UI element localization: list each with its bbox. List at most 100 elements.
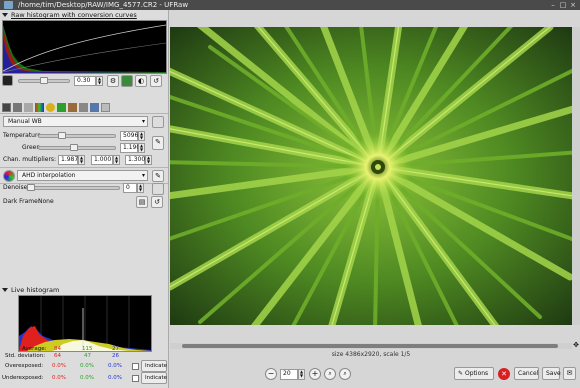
temperature-spinner[interactable]: ▲ ▼	[138, 131, 145, 141]
palm-leaf-photo	[170, 27, 572, 325]
wb-divider	[0, 167, 168, 168]
reset-exposure-icon[interactable]: ↺	[150, 75, 162, 87]
raw-histogram-graph	[2, 21, 167, 73]
underexposed-indicate-button[interactable]: Indicate	[141, 372, 167, 384]
interpolation-value: AHD interpolation	[22, 172, 76, 179]
clip-highlights-icon[interactable]: ◐	[135, 75, 147, 87]
exposure-input[interactable]: 0.30	[74, 76, 96, 86]
zoom-in-button[interactable]: +	[309, 368, 321, 380]
save-button[interactable]: Save	[542, 367, 561, 380]
chan-multiplier-red-spinner[interactable]: ▲ ▼	[78, 155, 85, 165]
overexposed-blue: 0.0%	[108, 363, 122, 369]
window-title: /home/tim/Desktop/RAW/IMG_4577.CR2 - UFR…	[18, 1, 189, 9]
wb-reset-icon[interactable]	[152, 116, 164, 128]
horizontal-scrollbar[interactable]	[170, 343, 572, 349]
tab-base-curve-icon[interactable]	[24, 103, 33, 112]
stddev-blue: 26	[112, 353, 119, 359]
raw-histogram-label: Raw histogram with conversion curves	[11, 11, 137, 19]
delete-icon[interactable]: ✕	[498, 368, 510, 380]
options-icon: ✎	[458, 370, 464, 377]
load-dark-frame-icon[interactable]: ▤	[136, 196, 148, 208]
tab-divider	[0, 113, 168, 114]
close-icon[interactable]: ×	[569, 1, 577, 9]
tab-color-mgmt-icon[interactable]	[35, 103, 44, 112]
tab-corrections-icon[interactable]	[46, 103, 55, 112]
overexposed-label: Overexposed:	[5, 363, 44, 369]
zoom-fit-icon[interactable]: ⌕	[324, 368, 336, 380]
status-text: size 4386x2920, scale 1/5	[331, 351, 411, 358]
smoothing-icon[interactable]: ✎	[152, 170, 164, 182]
chan-multiplier-blue[interactable]: 1.300	[125, 155, 145, 165]
restore-details-icon[interactable]	[121, 75, 133, 87]
live-histogram-label: Live histogram	[11, 286, 60, 294]
chan-multiplier-green[interactable]: 1.000	[91, 155, 113, 165]
temperature-input[interactable]: 5096	[120, 131, 138, 141]
options-label: Options	[465, 370, 489, 377]
expander-arrow-icon	[2, 13, 8, 17]
denoise-input[interactable]: 0	[123, 183, 137, 193]
chan-multiplier-blue-spinner[interactable]: ▲ ▼	[145, 155, 152, 165]
tab-settings-icon[interactable]	[101, 103, 110, 112]
denoise-label: Denoise	[3, 184, 28, 191]
green-spinner[interactable]: ▲ ▼	[138, 143, 145, 153]
reset-dark-frame-icon[interactable]: ↺	[151, 196, 163, 208]
underexposed-red: 0.0%	[52, 375, 66, 381]
average-green: 115	[82, 346, 93, 352]
tab-wb-icon[interactable]	[2, 103, 11, 112]
zoom-out-button[interactable]: −	[265, 368, 277, 380]
overexposed-red: 0.0%	[52, 363, 66, 369]
denoise-slider-handle[interactable]	[27, 184, 35, 191]
zoom-spinner[interactable]: ▲ ▼	[298, 369, 305, 380]
wb-picker-icon[interactable]: ✎	[152, 136, 164, 150]
tab-exif-icon[interactable]	[90, 103, 99, 112]
exposure-spinner[interactable]: ▲ ▼	[96, 76, 103, 86]
maximize-icon[interactable]: □	[559, 1, 567, 9]
minimize-icon[interactable]: –	[549, 1, 557, 9]
live-histogram-expander[interactable]: Live histogram	[2, 286, 59, 294]
zoom-100-icon[interactable]: ⌕	[339, 368, 351, 380]
chan-multipliers-label: Chan. multipliers:	[3, 156, 57, 163]
tab-save-icon[interactable]	[79, 103, 88, 112]
overexposed-indicate-button[interactable]: Indicate	[141, 360, 167, 372]
tab-lightness-icon[interactable]	[57, 103, 66, 112]
raw-histogram-expander[interactable]: Raw histogram with conversion curves	[2, 11, 137, 19]
denoise-slider[interactable]	[26, 186, 120, 190]
control-panel: Raw histogram with conversion curves 0.3…	[0, 10, 169, 388]
wb-preset-value: Manual WB	[8, 118, 42, 125]
dark-frame-label: Dark Frame:	[3, 198, 40, 205]
green-input[interactable]: 1.190	[120, 143, 140, 153]
temperature-slider-handle[interactable]	[58, 132, 66, 139]
move-icon[interactable]: ✥	[572, 341, 580, 350]
cancel-button[interactable]: Cancel	[514, 367, 539, 380]
exposure-slider-handle[interactable]	[40, 77, 48, 84]
temperature-slider[interactable]	[38, 134, 116, 138]
auto-exposure-icon[interactable]: ⚙	[107, 75, 119, 87]
send-to-gimp-icon[interactable]: ✉	[563, 367, 576, 380]
denoise-spinner[interactable]: ▲ ▼	[137, 183, 144, 193]
chevron-down-icon: ▾	[141, 118, 145, 125]
chevron-down-icon: ▾	[141, 172, 145, 179]
green-slider-handle[interactable]	[70, 144, 78, 151]
chan-multiplier-green-spinner[interactable]: ▲ ▼	[113, 155, 120, 165]
underexposed-indicate-checkbox[interactable]	[132, 375, 139, 382]
underexposed-green: 0.0%	[80, 375, 94, 381]
interpolation-icon	[3, 170, 15, 182]
vertical-scrollbar[interactable]	[572, 27, 580, 325]
tab-grayscale-icon[interactable]	[13, 103, 22, 112]
stddev-red: 64	[54, 353, 61, 359]
denoise-reset-icon[interactable]	[152, 183, 164, 195]
wb-preset-select[interactable]: Manual WB ▾	[3, 116, 148, 127]
stddev-label: Std. deviation:	[5, 353, 46, 359]
temperature-label: Temperature	[3, 132, 42, 139]
interpolation-select[interactable]: AHD interpolation ▾	[17, 170, 148, 181]
horizontal-scrollbar-thumb[interactable]	[182, 344, 558, 348]
live-histogram-graph	[19, 296, 151, 351]
exposure-icon	[2, 75, 13, 86]
tab-crop-icon[interactable]	[68, 103, 77, 112]
window-titlebar: /home/tim/Desktop/RAW/IMG_4577.CR2 - UFR…	[0, 0, 580, 10]
zoom-input[interactable]: 20	[280, 369, 298, 380]
options-button[interactable]: ✎ Options	[454, 367, 494, 380]
chan-multiplier-red[interactable]: 1.987	[58, 155, 78, 165]
overexposed-green: 0.0%	[80, 363, 94, 369]
overexposed-indicate-checkbox[interactable]	[132, 363, 139, 370]
